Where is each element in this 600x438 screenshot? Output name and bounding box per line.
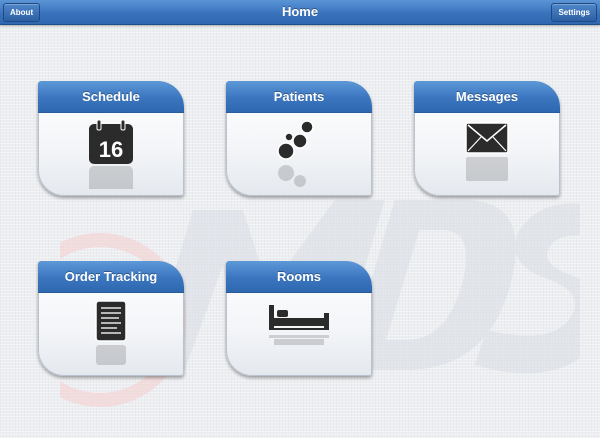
calendar-icon: 16 — [86, 119, 136, 196]
bed-icon — [267, 299, 331, 374]
page-title: Home — [281, 4, 319, 19]
tile-label-rooms: Rooms — [276, 269, 322, 284]
tile-patients[interactable]: Patients — [226, 81, 372, 196]
settings-button[interactable]: Settings — [551, 3, 597, 22]
tile-messages[interactable]: Messages — [414, 81, 560, 196]
tile-order-tracking[interactable]: Order Tracking — [38, 261, 184, 376]
tile-label-patients: Patients — [273, 89, 325, 104]
envelope-icon — [462, 119, 512, 194]
top-navigation-bar: About Home Settings — [0, 0, 600, 25]
tile-schedule[interactable]: Schedule 16 — [38, 81, 184, 196]
tile-label-order-tracking: Order Tracking — [64, 269, 158, 284]
document-icon — [86, 299, 136, 374]
tile-label-messages: Messages — [455, 89, 519, 104]
tile-label-schedule: Schedule — [82, 89, 140, 104]
calendar-day-text: 16 — [99, 137, 123, 162]
patients-bubbles-icon — [274, 119, 324, 194]
tile-rooms[interactable]: Rooms — [226, 261, 372, 376]
